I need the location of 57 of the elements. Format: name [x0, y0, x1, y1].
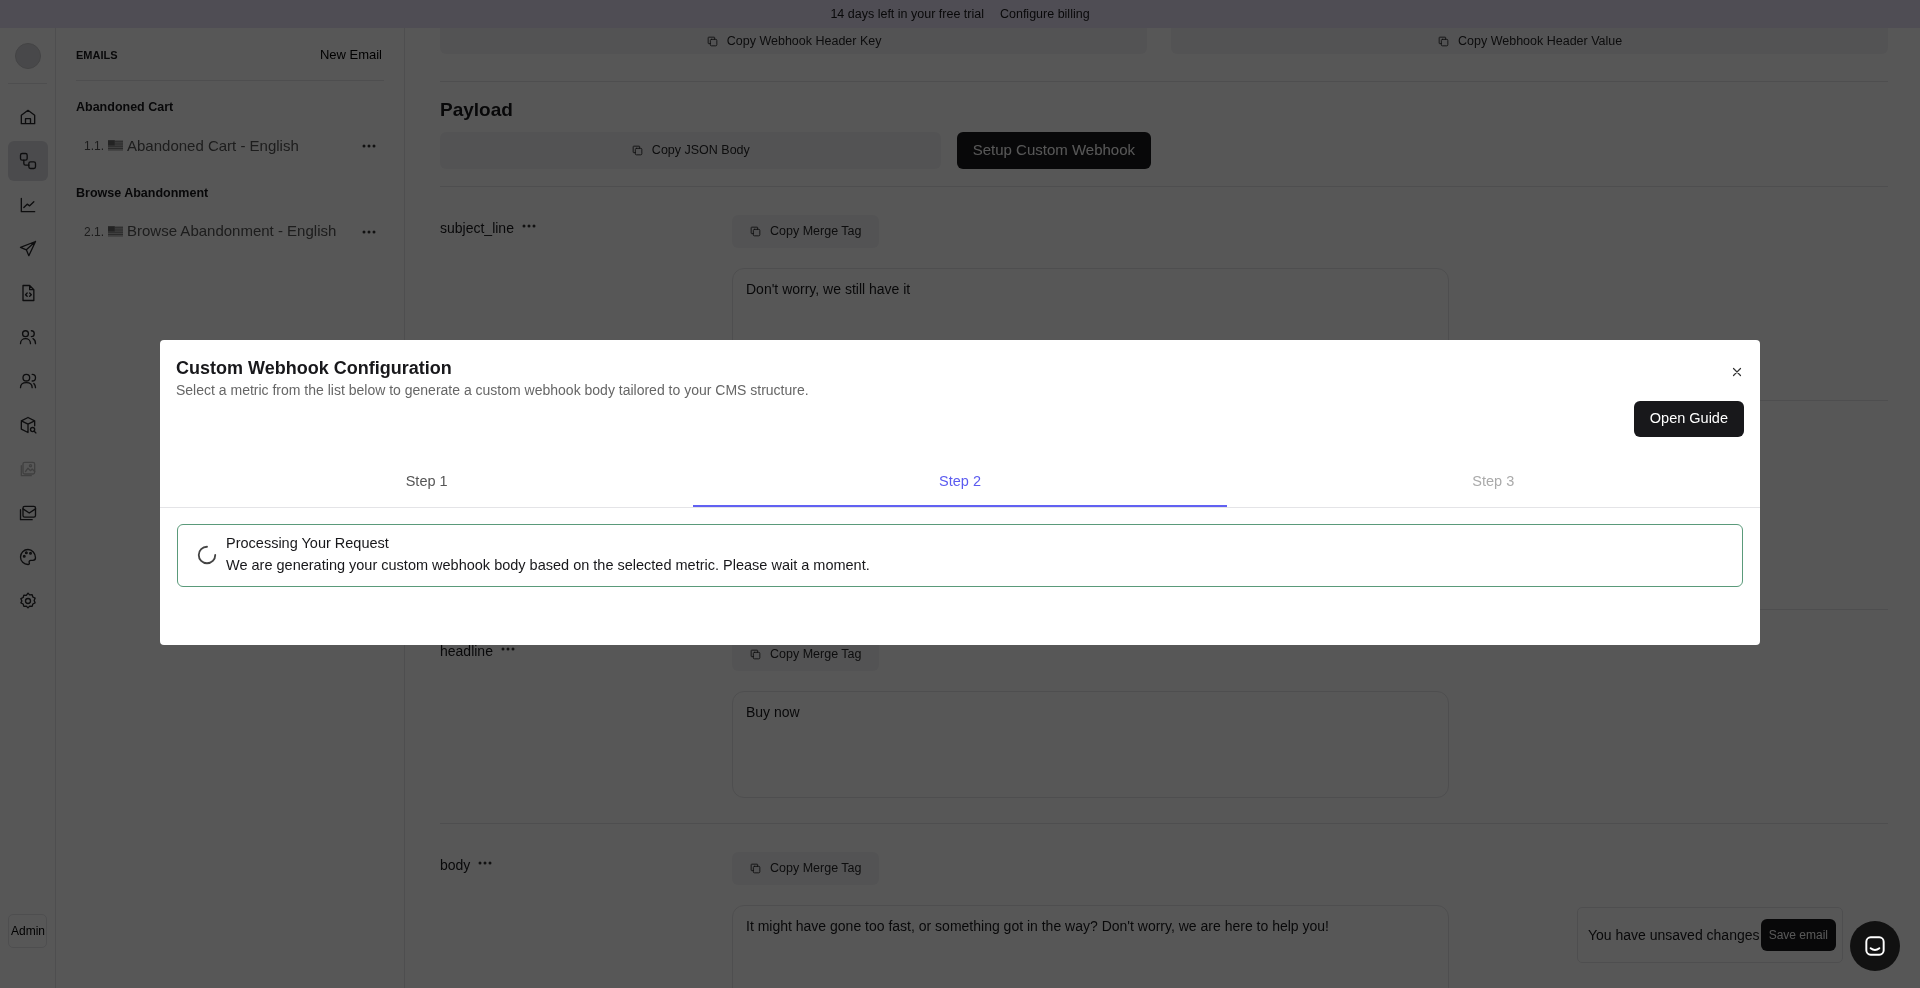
modal-title: Custom Webhook Configuration — [176, 358, 453, 380]
copy-icon — [749, 647, 762, 661]
copy-icon — [630, 143, 644, 157]
email-link[interactable]: Browse Abandonment - English — [127, 220, 362, 243]
copy-icon — [1437, 34, 1450, 48]
contacts-icon — [17, 371, 38, 391]
new-email-button[interactable]: New Email — [317, 45, 384, 65]
copy-merge-tag-button[interactable]: Copy Merge Tag — [732, 851, 879, 885]
flag-icon — [108, 226, 123, 237]
more-icon — [521, 223, 536, 228]
email-link[interactable]: Abandoned Cart - English — [127, 134, 362, 157]
alert-title: Processing Your Request — [226, 534, 390, 554]
more-icon — [362, 143, 376, 148]
modal-subtitle: Select a metric from the list below to generate a custom webhook body tailored to your CMS structure. — [176, 380, 809, 400]
admin-button[interactable]: Admin — [8, 914, 47, 948]
close-icon — [1731, 366, 1743, 379]
copy-icon — [705, 34, 719, 48]
field-name: headline — [440, 641, 493, 661]
more-icon — [478, 860, 493, 865]
field-name: body — [440, 855, 471, 875]
step-tab[interactable]: Step 1 — [160, 458, 694, 507]
more-icon — [500, 646, 515, 651]
field-name: subject_line — [440, 218, 514, 238]
setup-webhook-button[interactable]: Setup Custom Webhook — [956, 131, 1151, 169]
copy-button[interactable]: Copy Webhook Header Key — [440, 28, 1148, 54]
billing-link[interactable]: Configure billing — [999, 4, 1090, 24]
settings-icon — [17, 591, 38, 611]
section-heading: Payload — [440, 99, 514, 122]
copy-button[interactable]: Copy Webhook Header Value — [1171, 28, 1888, 54]
item-number: 2.1. — [84, 223, 104, 241]
copy-merge-tag-button[interactable]: Copy Merge Tag — [732, 214, 879, 248]
chat-button[interactable] — [1850, 921, 1900, 971]
copy-icon — [749, 861, 762, 875]
copy-icon — [749, 224, 762, 238]
text-area[interactable]: It might have gone too fast, or something got in the way? Don't worry, we are here to help you! — [732, 904, 1449, 988]
unsaved-message: You have unsaved changes — [1588, 925, 1760, 945]
nav-rail-item[interactable] — [7, 141, 48, 181]
copy-json-button[interactable]: Copy JSON Body — [440, 131, 941, 169]
item-number: 1.1. — [84, 137, 104, 155]
more-icon — [362, 229, 376, 234]
alert-message: We are generating your custom webhook body based on the selected metric. Please wait a moment. — [226, 556, 870, 576]
users-icon — [17, 327, 38, 347]
group-title: Abandoned Cart — [76, 99, 175, 116]
workflow-icon — [17, 151, 38, 171]
send-icon — [17, 239, 38, 259]
open-guide-button[interactable]: Open Guide — [1633, 400, 1744, 437]
group-title: Browse Abandonment — [76, 184, 210, 202]
save-email-button[interactable]: Save email — [1760, 919, 1836, 951]
palette-icon — [17, 547, 38, 567]
section-title: EMAILS — [76, 47, 118, 63]
trial-notice: 14 days left in your free trial — [830, 5, 984, 23]
spinner-icon — [196, 544, 218, 567]
chat-icon — [1862, 933, 1888, 959]
step-tab[interactable]: Step 2 — [693, 458, 1227, 507]
text-area[interactable]: Buy now — [732, 690, 1449, 798]
flag-icon — [108, 140, 123, 152]
mail-icon — [17, 503, 38, 523]
